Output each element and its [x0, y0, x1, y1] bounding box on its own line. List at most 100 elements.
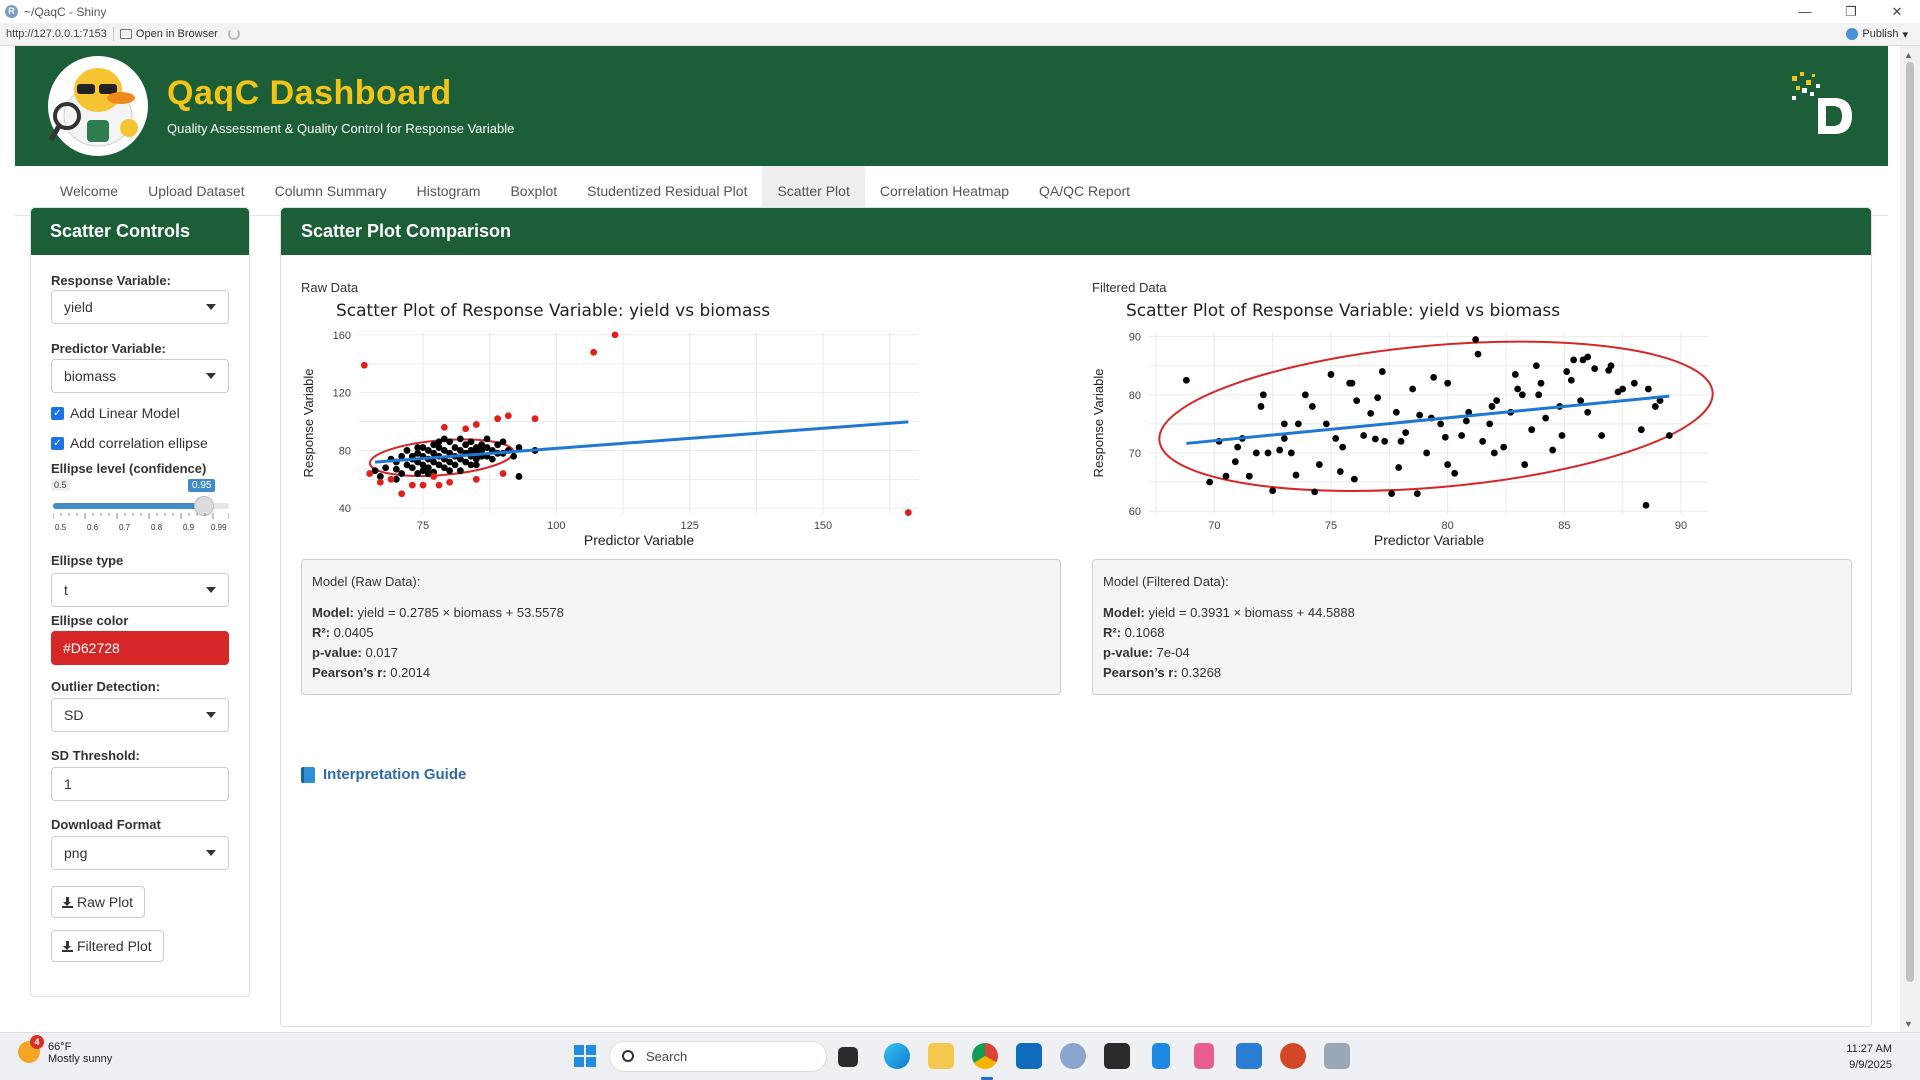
download-format-value: png	[64, 845, 88, 861]
open-in-browser-button[interactable]: Open in Browser	[119, 28, 218, 40]
vscode-icon[interactable]	[1236, 1043, 1262, 1069]
chevron-down-icon	[206, 587, 216, 593]
data-point	[1423, 449, 1431, 457]
checkbox-checked-icon: ✓	[51, 406, 64, 420]
add-correlation-ellipse-checkbox[interactable]: ✓ Add correlation ellipse	[51, 435, 208, 451]
page-scrollbar-thumb[interactable]	[1906, 62, 1914, 982]
download-format-select[interactable]: png	[51, 836, 229, 870]
data-point	[1397, 437, 1405, 445]
data-point	[1413, 490, 1421, 498]
data-point	[1392, 408, 1400, 416]
data-point	[1518, 391, 1526, 399]
restore-icon[interactable]: ❐	[1828, 0, 1874, 23]
download-raw-plot-button[interactable]: Raw Plot	[51, 886, 146, 918]
model-value: yield = 0.2785 × biomass + 53.5578	[357, 605, 564, 620]
data-point	[1605, 366, 1613, 374]
snipping-tool-icon[interactable]	[1194, 1043, 1214, 1069]
brand-logo-icon	[1792, 72, 1852, 134]
ellipse-level-slider[interactable]: 0.5 0.95 0.5 0.6 0.7 0.8 0.9 0.99	[51, 479, 231, 539]
interpretation-guide-link[interactable]: Interpretation Guide	[301, 766, 466, 783]
window-controls: — ❐ ✕	[1782, 0, 1920, 23]
ellipse-type-select[interactable]: t	[51, 573, 229, 607]
task-view-icon[interactable]	[838, 1047, 858, 1067]
refresh-icon[interactable]	[227, 28, 240, 40]
data-point	[467, 438, 475, 446]
r-logo-icon: R	[5, 5, 18, 18]
outlook-icon[interactable]	[1016, 1043, 1042, 1069]
publish-button[interactable]: Publish ▾	[1846, 28, 1908, 41]
taskbar-search-box[interactable]: Search	[609, 1041, 827, 1072]
data-point	[1644, 385, 1652, 393]
outlier-point	[904, 509, 912, 516]
data-point	[1222, 472, 1230, 480]
powerpoint-icon[interactable]	[1280, 1043, 1306, 1069]
model-key: Model:	[312, 605, 354, 620]
terminal-icon[interactable]	[1104, 1043, 1130, 1069]
data-point	[1336, 468, 1344, 475]
outlier-point	[590, 348, 598, 356]
data-point	[1339, 443, 1347, 451]
download-filtered-plot-button[interactable]: Filtered Plot	[51, 930, 164, 962]
outlier-point	[360, 361, 368, 369]
weather-widget[interactable]: 4 66°F Mostly sunny	[18, 1035, 112, 1065]
response-variable-select[interactable]: yield	[51, 290, 229, 324]
data-point	[1348, 379, 1356, 387]
outlier-point	[531, 415, 539, 423]
outlier-detection-value: SD	[64, 707, 84, 723]
data-point	[1395, 464, 1403, 471]
system-clock[interactable]: 11:27 AM 9/9/2025	[1846, 1041, 1892, 1073]
minimize-icon[interactable]: —	[1782, 0, 1828, 23]
y-tick-label: 60	[1129, 506, 1141, 518]
notepad-icon[interactable]	[1152, 1043, 1170, 1069]
scroll-down-icon[interactable]: ▼	[1904, 1019, 1913, 1029]
data-point	[1441, 433, 1449, 441]
data-point	[1374, 394, 1382, 402]
outlier-detection-select[interactable]: SD	[51, 698, 229, 732]
data-point	[1294, 420, 1302, 428]
chevron-down-icon	[206, 850, 216, 856]
r2-key: R²:	[312, 625, 331, 640]
data-points	[1182, 336, 1673, 509]
add-linear-model-label: Add Linear Model	[70, 405, 180, 421]
model-value: yield = 0.3931 × biomass + 44.5888	[1148, 605, 1355, 620]
data-point	[1322, 420, 1330, 428]
publish-label: Publish	[1862, 28, 1899, 40]
ellipse-color-input[interactable]: #D62728	[51, 631, 229, 665]
data-point	[398, 470, 406, 477]
data-point	[382, 464, 390, 472]
edge-icon[interactable]	[884, 1043, 910, 1069]
data-point	[456, 435, 464, 443]
sd-threshold-input[interactable]: 1	[51, 767, 229, 801]
data-point	[1542, 414, 1550, 422]
sun-icon: 4	[18, 1035, 44, 1063]
data-point	[1206, 478, 1214, 486]
data-point	[1521, 461, 1529, 468]
remote-desktop-icon[interactable]	[1324, 1043, 1350, 1069]
scroll-up-icon[interactable]: ▲	[1904, 50, 1913, 60]
data-point	[456, 467, 464, 475]
slider-tick-label: 0.7	[119, 523, 131, 532]
data-point	[1630, 379, 1638, 387]
data-point	[1269, 487, 1277, 495]
toolbar-divider	[112, 27, 114, 41]
outlier-point	[408, 481, 416, 489]
add-linear-model-checkbox[interactable]: ✓ Add Linear Model	[51, 405, 180, 421]
data-point	[1402, 429, 1410, 436]
predictor-variable-select[interactable]: biomass	[51, 359, 229, 393]
download-format-label: Download Format	[51, 817, 161, 832]
data-point	[1234, 443, 1242, 451]
filtered-model-summary: Model (Filtered Data): Model: yield = 0.…	[1092, 559, 1852, 695]
windows-start-icon[interactable]	[574, 1045, 596, 1067]
chrome-icon[interactable]	[972, 1043, 998, 1069]
close-icon[interactable]: ✕	[1874, 0, 1920, 23]
linear-fit-line	[1186, 394, 1670, 445]
rstudio-icon[interactable]	[1060, 1043, 1086, 1069]
data-point	[1327, 371, 1335, 378]
data-point	[1252, 449, 1260, 457]
file-explorer-icon[interactable]	[928, 1043, 954, 1069]
x-tick-label: 80	[1442, 520, 1454, 532]
data-point	[430, 441, 438, 449]
outlier-point	[398, 490, 406, 498]
data-point	[1280, 435, 1288, 442]
data-point	[1388, 490, 1396, 498]
